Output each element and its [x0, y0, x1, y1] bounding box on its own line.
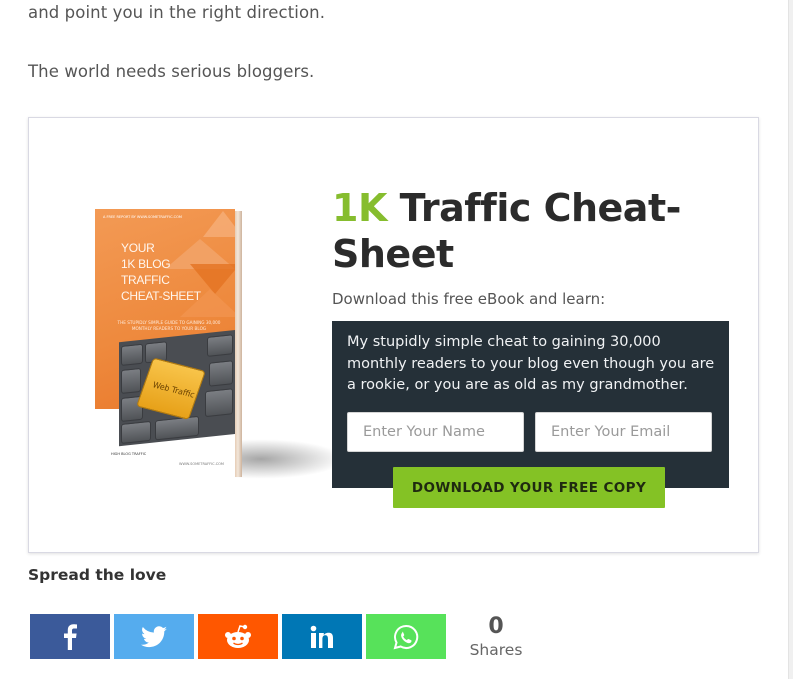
name-input[interactable]	[347, 412, 524, 452]
reddit-share-button[interactable]	[198, 614, 278, 659]
web-traffic-key: Web Traffic	[136, 357, 206, 420]
email-input[interactable]	[535, 412, 712, 452]
book-publisher-line: A FREE REPORT BY WWW.SOMETRAFFIC.COM	[103, 215, 182, 219]
whatsapp-icon	[393, 624, 419, 649]
share-heading: Spread the love	[28, 566, 167, 584]
ebook-cover-image: A FREE REPORT BY WWW.SOMETRAFFIC.COM YOU…	[95, 209, 345, 481]
facebook-icon	[64, 623, 77, 650]
linkedin-icon	[310, 625, 333, 648]
share-count: 0	[488, 614, 504, 639]
facebook-share-button[interactable]	[30, 614, 110, 659]
download-button[interactable]: DOWNLOAD YOUR FREE COPY	[393, 467, 665, 508]
book-footer-right: WWW.SOMETRAFFIC.COM	[179, 462, 224, 466]
whatsapp-share-button[interactable]	[366, 614, 446, 659]
keyboard-image: Web Traffic	[119, 329, 235, 447]
article-paragraph: The world needs serious bloggers.	[28, 62, 315, 81]
book-footer-left: HIGH BLOG TRAFFIC	[111, 452, 147, 456]
twitter-icon	[141, 625, 167, 647]
scrollbar[interactable]	[789, 0, 793, 679]
signup-form: My stupidly simple cheat to gaining 30,0…	[332, 321, 729, 508]
form-description: My stupidly simple cheat to gaining 30,0…	[347, 334, 715, 393]
reddit-icon	[225, 624, 251, 648]
optin-box: A FREE REPORT BY WWW.SOMETRAFFIC.COM YOU…	[28, 117, 759, 553]
optin-headline: 1K Traffic Cheat-Sheet	[332, 185, 732, 277]
twitter-share-button[interactable]	[114, 614, 194, 659]
article-paragraph: and point you in the right direction.	[28, 3, 326, 22]
optin-subline: Download this free eBook and learn:	[332, 290, 606, 308]
book-subtitle: THE STUPIDLY SIMPLE GUIDE TO GAINING 30,…	[117, 320, 221, 331]
book-title: YOUR 1K BLOG TRAFFIC CHEAT-SHEET	[121, 241, 201, 303]
linkedin-share-button[interactable]	[282, 614, 362, 659]
headline-accent: 1K	[332, 186, 387, 230]
share-count-label: Shares	[469, 641, 523, 659]
share-counter: 0 Shares	[460, 614, 532, 660]
